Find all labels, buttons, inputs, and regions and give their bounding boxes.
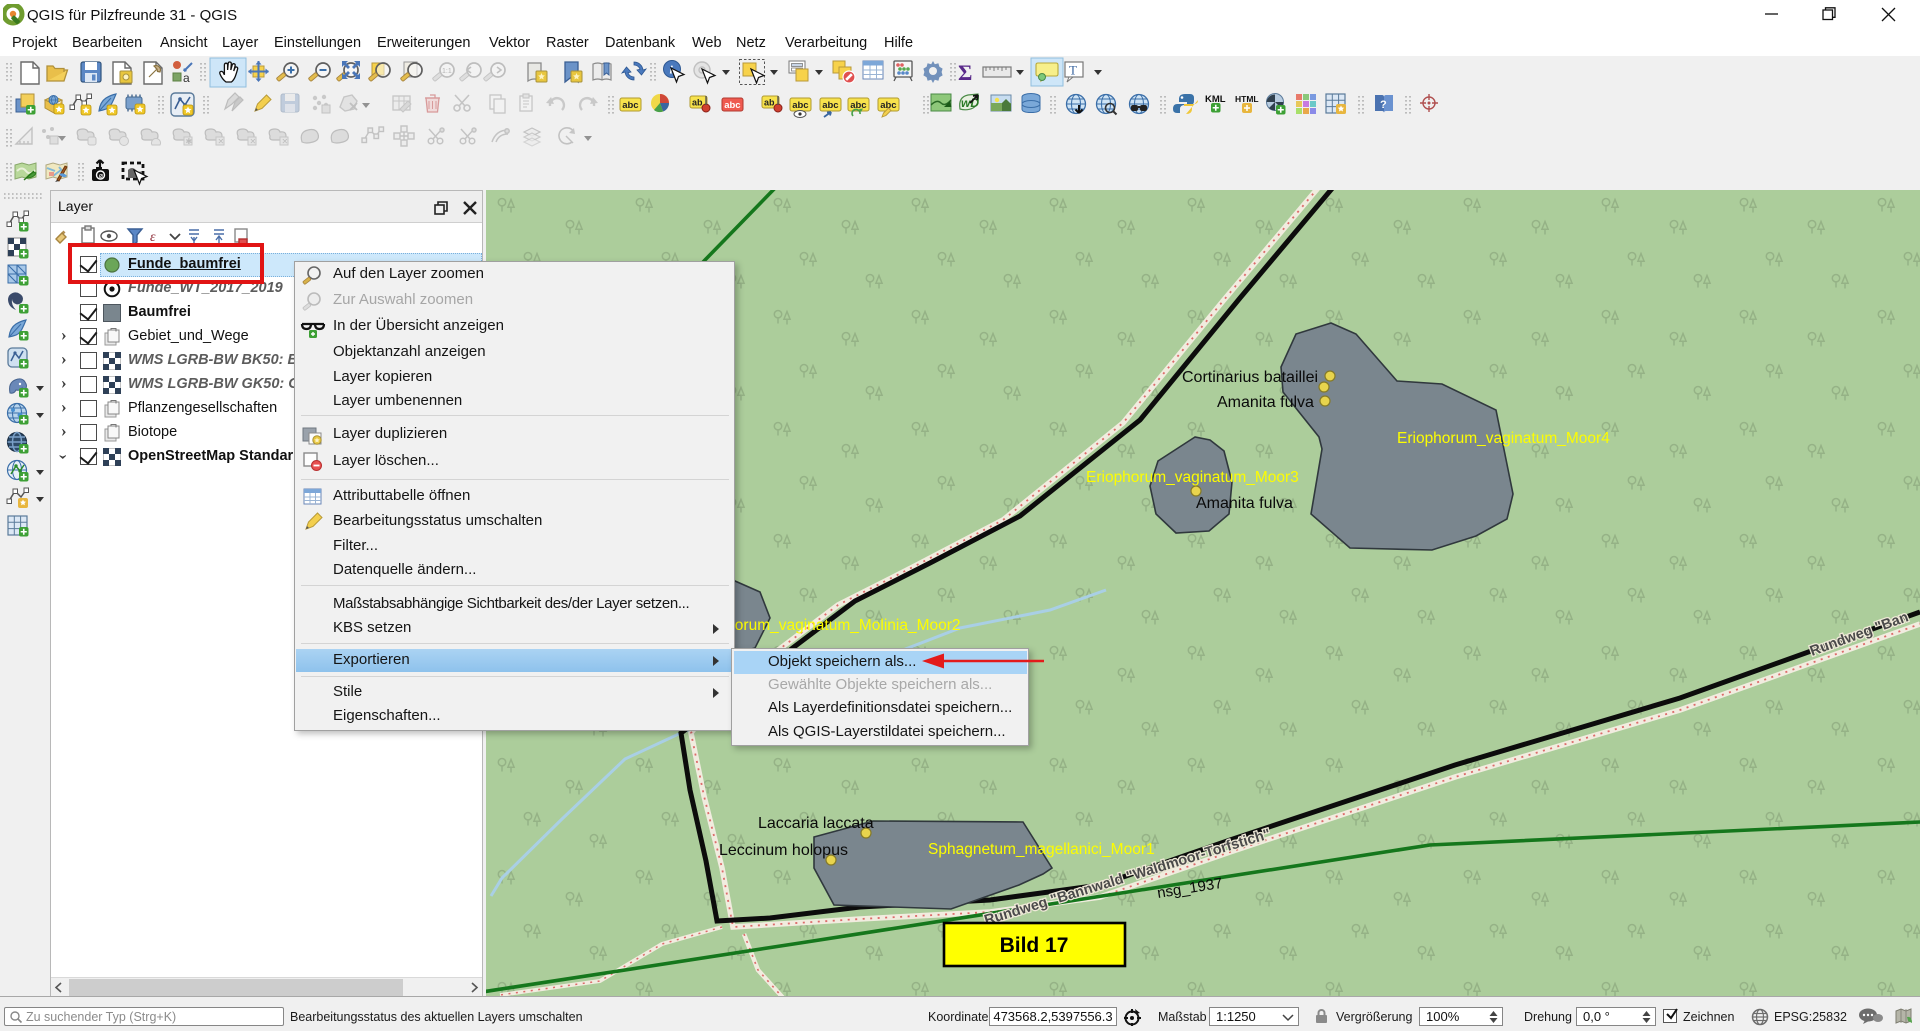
svg-text:ab: ab <box>764 98 775 108</box>
svg-text:✕: ✕ <box>250 137 257 146</box>
svg-text:ab: ab <box>692 98 703 108</box>
svg-text:Cortinarius bataillei: Cortinarius bataillei <box>1182 369 1318 386</box>
svg-text:✱: ✱ <box>186 137 193 146</box>
svg-text:1:1: 1:1 <box>442 68 452 75</box>
svg-text:Leccinum holopus: Leccinum holopus <box>719 842 848 859</box>
svg-text:Bild 17: Bild 17 <box>1000 934 1069 957</box>
svg-text:ø: ø <box>99 173 104 180</box>
svg-text:Eriophorum_vaginatum_Moor3: Eriophorum_vaginatum_Moor3 <box>1086 469 1299 486</box>
svg-text:HTML: HTML <box>1235 94 1259 104</box>
svg-text:Amanita fulva: Amanita fulva <box>1217 394 1314 411</box>
svg-text:✕: ✕ <box>282 137 289 146</box>
svg-text:Sphagnetum_magellanici_Moor1: Sphagnetum_magellanici_Moor1 <box>928 841 1155 858</box>
svg-text:a: a <box>183 71 190 85</box>
svg-text:?: ? <box>1380 99 1387 111</box>
svg-text:Amanita fulva: Amanita fulva <box>1196 495 1293 512</box>
svg-text:T: T <box>1069 63 1077 78</box>
svg-text:Eriophorum_vaginatum_Moor4: Eriophorum_vaginatum_Moor4 <box>1397 430 1610 447</box>
svg-text:Laccaria laccata: Laccaria laccata <box>758 815 874 832</box>
svg-text:✕: ✕ <box>218 137 225 146</box>
svg-text:Σ: Σ <box>958 60 972 85</box>
